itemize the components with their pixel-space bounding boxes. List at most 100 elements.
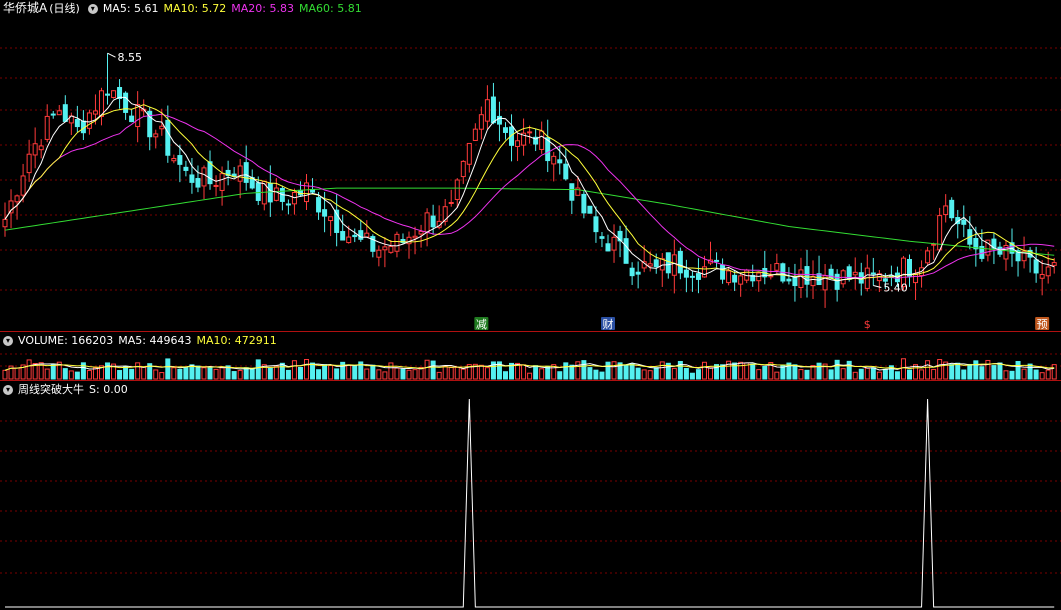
- candle: [62, 95, 68, 123]
- candle: [297, 181, 303, 197]
- volume-bar: [852, 371, 858, 380]
- volume-collapse-icon[interactable]: ▾: [3, 336, 13, 346]
- volume-bar: [937, 359, 943, 380]
- volume-pane: ▾ VOLUME: 166203 MA5: 449643 MA10: 472911: [0, 332, 1061, 380]
- volume-bar: [949, 364, 955, 380]
- candle: [195, 165, 201, 193]
- event-marker: 财: [601, 317, 615, 331]
- candle: [285, 199, 291, 215]
- volume-bar: [478, 364, 484, 380]
- event-marker: $: [860, 317, 875, 331]
- candle: [472, 123, 478, 141]
- ma10-value: 5.72: [201, 2, 227, 15]
- candle-body: [201, 167, 207, 187]
- volume-bar: [201, 367, 207, 380]
- candle-body: [593, 216, 599, 233]
- candle-body: [659, 258, 665, 271]
- volume-bar: [159, 372, 165, 380]
- candle: [834, 269, 840, 302]
- volume-bar: [599, 371, 605, 380]
- indicator-s-label: S: 0.00: [89, 383, 128, 396]
- candle: [931, 242, 937, 260]
- volume-bar: [334, 368, 340, 380]
- candle-body: [267, 182, 273, 203]
- volume-label: VOLUME: 166203: [18, 334, 113, 347]
- volume-bar: [792, 364, 798, 380]
- candle: [1033, 246, 1039, 283]
- volume-bar: [424, 359, 430, 380]
- volume-bar: [1015, 360, 1021, 380]
- low-price-label: 5.40: [883, 282, 908, 295]
- candle-body: [123, 92, 129, 113]
- ma60-label: MA60: 5.81: [299, 2, 362, 15]
- candle-body: [129, 115, 135, 123]
- volume-bar: [870, 367, 876, 380]
- volume-bar: [756, 369, 762, 380]
- candle-body: [502, 127, 508, 133]
- volume-bar: [611, 361, 617, 380]
- volume-bar: [219, 367, 225, 380]
- candle: [870, 257, 876, 286]
- volume-key: VOLUME:: [18, 334, 68, 347]
- candle-body: [798, 269, 804, 288]
- candle-body: [219, 173, 225, 191]
- indicator-s-value: 0.00: [103, 383, 128, 396]
- volume-bar: [708, 367, 714, 380]
- candle-body: [406, 236, 412, 245]
- candle-body: [454, 179, 460, 200]
- candle-body: [472, 128, 478, 141]
- candle: [1051, 257, 1057, 274]
- ma5-value: 5.61: [134, 2, 159, 15]
- candle-body: [460, 160, 466, 178]
- volume-bar: [593, 369, 599, 380]
- candle-body: [870, 272, 876, 275]
- indicator-collapse-icon[interactable]: ▾: [3, 385, 13, 395]
- candle: [201, 165, 207, 200]
- candle-body: [629, 267, 635, 277]
- candle-body: [430, 215, 436, 228]
- candle-body: [177, 155, 183, 165]
- volume-bar: [316, 369, 322, 380]
- candle-body: [376, 249, 382, 258]
- volume-bar: [961, 369, 967, 380]
- candle-body: [285, 203, 291, 206]
- volume-bar: [985, 359, 991, 380]
- volume-ma5-key: MA5:: [118, 334, 147, 347]
- candle: [334, 194, 340, 247]
- candle: [394, 231, 400, 258]
- ma10-label: MA10: 5.72: [164, 2, 227, 15]
- volume-ma10-label: MA10: 472911: [197, 334, 277, 347]
- candle: [545, 119, 551, 173]
- candle: [26, 139, 32, 182]
- candle: [123, 91, 129, 120]
- volume-bar: [762, 365, 768, 380]
- indicator-chart[interactable]: [0, 381, 1061, 610]
- volume-bar: [629, 363, 635, 380]
- volume-bar: [153, 369, 159, 380]
- price-chart[interactable]: 8.55 5.40 减 财 $ 预: [0, 0, 1061, 331]
- volume-bar: [207, 366, 213, 380]
- candle: [955, 209, 961, 239]
- volume-bar: [249, 368, 255, 380]
- volume-bar: [671, 367, 677, 380]
- candle-body: [1045, 266, 1051, 277]
- candle: [569, 183, 575, 214]
- candle: [370, 234, 376, 258]
- candle: [304, 173, 309, 211]
- high-price-label: 8.55: [118, 51, 143, 64]
- candle: [207, 150, 213, 190]
- candle: [629, 262, 635, 285]
- volume-bar: [587, 367, 593, 380]
- candle: [822, 263, 828, 308]
- candle-body: [949, 199, 955, 219]
- volume-bar: [527, 372, 533, 380]
- candle: [738, 273, 744, 297]
- collapse-toggle-icon[interactable]: ▾: [87, 4, 98, 14]
- candle: [490, 82, 496, 125]
- candle-body: [907, 259, 912, 277]
- candle: [695, 258, 701, 294]
- candle: [1009, 228, 1015, 267]
- volume-bar: [876, 371, 882, 380]
- volume-bar: [68, 370, 74, 380]
- event-marker-text: 财: [603, 317, 614, 331]
